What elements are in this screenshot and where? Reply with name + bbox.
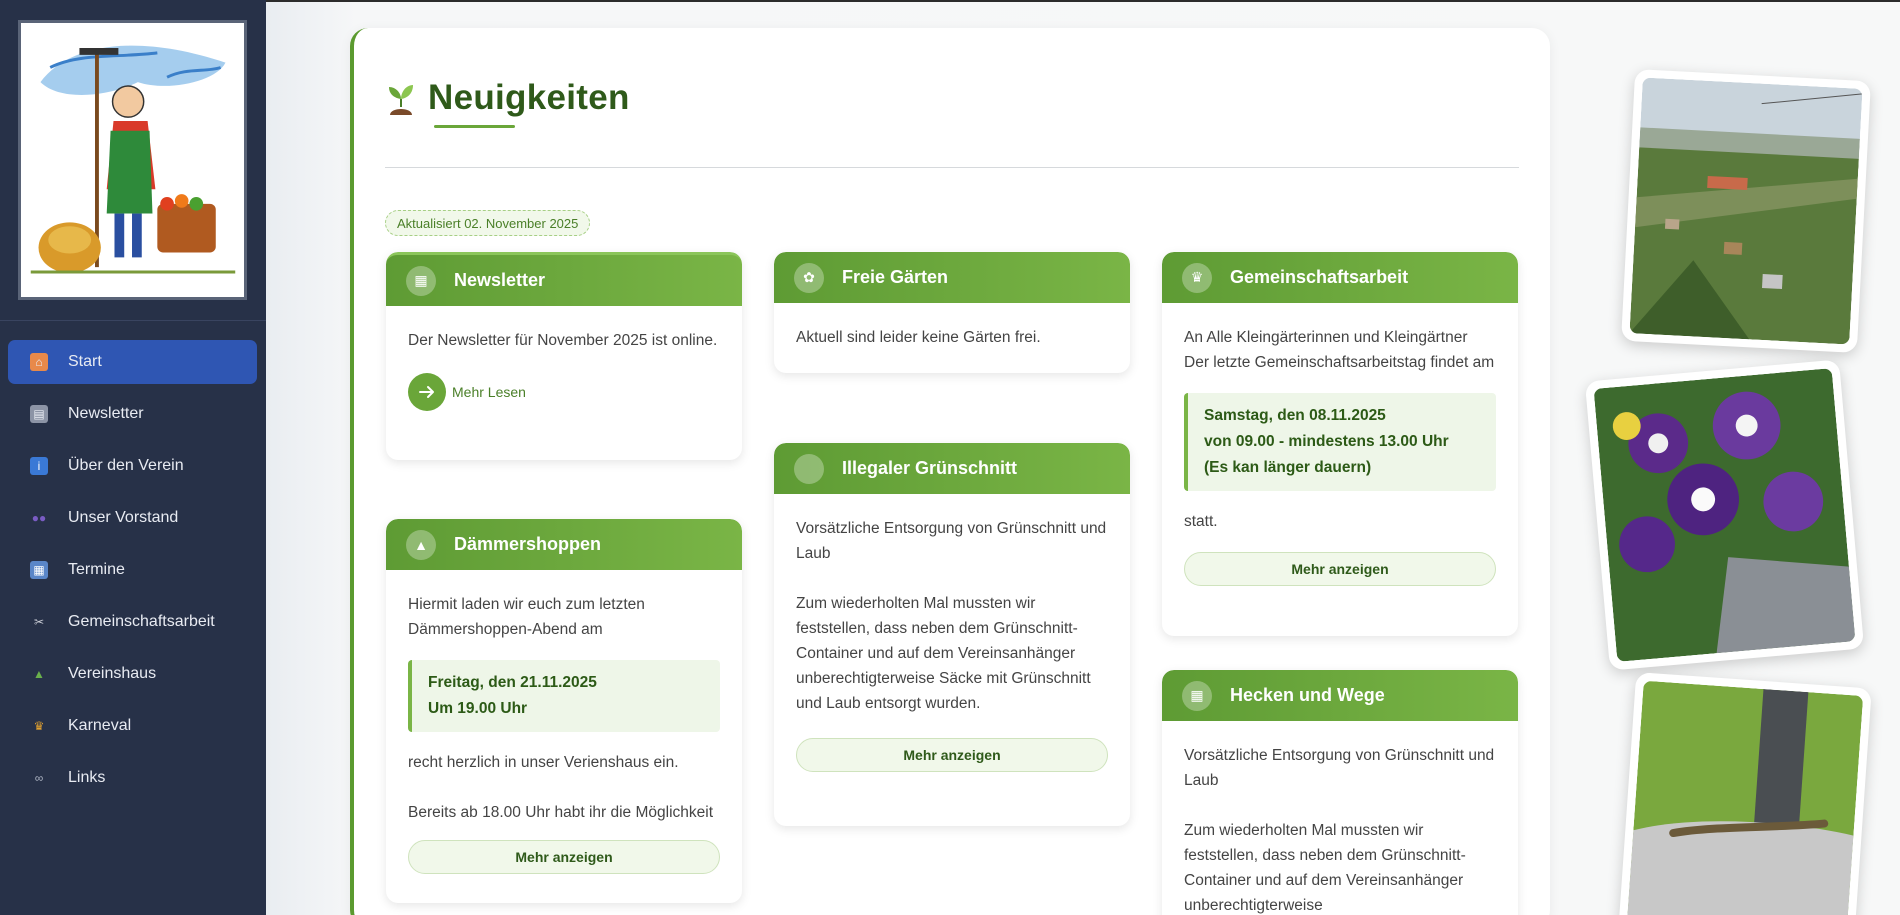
house-icon: ⌂ <box>30 353 48 371</box>
top-border <box>266 0 1900 2</box>
card-body: An Alle Kleingärterinnen und Kleingärtne… <box>1162 303 1518 606</box>
header-divider <box>385 167 1519 168</box>
card-text: An Alle Kleingärterinnen und Kleingärtne… <box>1184 329 1495 371</box>
card-header: ▦ Newsletter <box>386 252 742 306</box>
card-text-extra: Bereits ab 18.00 Uhr habt ihr die Möglic… <box>408 804 713 830</box>
card-header: ▦ Hecken und Wege <box>1162 670 1518 721</box>
sidebar-item-ueber-den-verein[interactable]: i Über den Verein <box>8 444 257 488</box>
card-title: Newsletter <box>454 270 546 290</box>
read-more-link[interactable]: Mehr Lesen <box>408 373 720 411</box>
highlight-line: Freitag, den 21.11.2025 <box>428 674 597 691</box>
highlight-line: Um 19.00 Uhr <box>428 700 528 717</box>
highlight-line: von 09.00 - mindestens 13.00 Uhr <box>1204 433 1449 450</box>
info-icon: i <box>30 457 48 475</box>
card-title: Hecken und Wege <box>1230 685 1385 705</box>
sidebar-item-termine[interactable]: ▦ Termine <box>8 548 257 592</box>
arrow-right-icon <box>408 373 446 411</box>
tent-icon: ▲ <box>406 529 436 560</box>
sidebar-item-start[interactable]: ⌂ Start <box>8 340 257 384</box>
sidebar-item-links[interactable]: ∞ Links <box>8 756 257 800</box>
leaf-icon <box>794 453 824 484</box>
show-more-button[interactable]: Mehr anzeigen <box>796 738 1108 772</box>
lizard-image <box>1626 680 1864 915</box>
sidebar-item-label: Newsletter <box>68 405 144 422</box>
sidebar-item-label: Karneval <box>68 717 132 734</box>
card-header: Illegaler Grünschnitt <box>774 443 1130 494</box>
photo-lizard[interactable] <box>1618 672 1872 915</box>
pansies-image <box>1593 368 1856 662</box>
page-header: Neuigkeiten <box>386 78 630 118</box>
card-text: Zum wiederholten Mal mussten wir festste… <box>796 595 1091 712</box>
card-body: Aktuell sind leider keine Gärten frei. <box>774 303 1130 370</box>
card-illegaler-gruenschnitt: Illegaler Grünschnitt Vorsätzliche Entso… <box>774 443 1130 826</box>
sidebar-item-label: Links <box>68 769 106 786</box>
sidebar-item-karneval[interactable]: ♛ Karneval <box>8 704 257 748</box>
jester-hat-icon: ♛ <box>33 719 45 733</box>
sidebar-divider <box>0 320 266 321</box>
people-icon: ●● <box>31 511 47 525</box>
show-more-button[interactable]: Mehr anzeigen <box>408 840 720 874</box>
card-hecken-und-wege: ▦ Hecken und Wege Vorsätzliche Entsorgun… <box>1162 670 1518 915</box>
card-newsletter: ▦ Newsletter Der Newsletter für November… <box>386 252 742 460</box>
calendar-icon: ▦ <box>406 265 436 296</box>
photo-aerial-gardens[interactable] <box>1621 69 1871 353</box>
highlight-line: (Es kan länger dauern) <box>1204 459 1372 476</box>
sidebar: ⌂ Start ▤ Newsletter i Über den Verein ●… <box>0 0 266 915</box>
calendar-icon: ▦ <box>1182 680 1212 711</box>
card-title: Freie Gärten <box>842 267 949 287</box>
calendar-icon: ▦ <box>30 561 48 579</box>
sidebar-item-label: Gemeinschaftsarbeit <box>68 613 215 630</box>
highlight-line: Samstag, den 08.11.2025 <box>1204 407 1386 424</box>
medal-icon: ♛ <box>1182 262 1212 293</box>
card-text: Zum wiederholten Mal mussten wir festste… <box>1184 822 1466 914</box>
updated-badge: Aktualisiert 02. November 2025 <box>385 210 591 236</box>
sidebar-item-label: Vereinshaus <box>68 665 157 682</box>
card-body: Vorsätzliche Entsorgung von Grünschnitt … <box>1162 721 1518 915</box>
card-header: ✿ Freie Gärten <box>774 252 1130 303</box>
main-nav: ⌂ Start ▤ Newsletter i Über den Verein ●… <box>8 340 257 808</box>
card-text-after: recht herzlich in unser Verienshaus ein. <box>408 754 679 771</box>
card-header: ♛ Gemeinschaftsarbeit <box>1162 252 1518 303</box>
aerial-view-image <box>1629 77 1863 345</box>
gardener-illustration <box>21 23 244 297</box>
card-title: Dämmershoppen <box>454 534 602 554</box>
card-text-after: statt. <box>1184 513 1218 530</box>
sidebar-item-vereinshaus[interactable]: ▲ Vereinshaus <box>8 652 257 696</box>
card-title: Gemeinschaftsarbeit <box>1230 267 1409 287</box>
sidebar-item-unser-vorstand[interactable]: ●● Unser Vorstand <box>8 496 257 540</box>
card-header: ▲ Dämmershoppen <box>386 519 742 570</box>
show-more-button[interactable]: Mehr anzeigen <box>1184 552 1496 586</box>
link-icon: ∞ <box>34 771 44 785</box>
sidebar-item-label: Start <box>68 353 102 370</box>
sidebar-item-gemeinschaftsarbeit[interactable]: ✂ Gemeinschaftsarbeit <box>8 600 257 644</box>
title-underline <box>434 125 515 128</box>
card-text: Vorsätzliche Entsorgung von Grünschnitt … <box>796 520 1107 562</box>
card-gemeinschaftsarbeit: ♛ Gemeinschaftsarbeit An Alle Kleingärte… <box>1162 252 1518 636</box>
photo-pansies[interactable] <box>1584 359 1865 671</box>
date-highlight: Freitag, den 21.11.2025 Um 19.00 Uhr <box>408 660 720 732</box>
date-highlight: Samstag, den 08.11.2025 von 09.00 - mind… <box>1184 393 1496 491</box>
card-freie-gaerten: ✿ Freie Gärten Aktuell sind leider keine… <box>774 252 1130 373</box>
card-body: Hiermit laden wir euch zum letzten Dämme… <box>386 570 742 894</box>
card-text: Aktuell sind leider keine Gärten frei. <box>796 329 1041 346</box>
hut-icon: ▲ <box>33 667 45 681</box>
page-title: Neuigkeiten <box>428 78 630 117</box>
read-more-label: Mehr Lesen <box>452 383 526 400</box>
sprout-icon <box>389 85 413 115</box>
tools-icon: ✂ <box>33 615 45 629</box>
newspaper-icon: ▤ <box>30 405 48 423</box>
card-body: Vorsätzliche Entsorgung von Grünschnitt … <box>774 494 1130 792</box>
card-text: Der Newsletter für November 2025 ist onl… <box>408 332 718 349</box>
card-body: Der Newsletter für November 2025 ist onl… <box>386 306 742 431</box>
card-text: Vorsätzliche Entsorgung von Grünschnitt … <box>1184 747 1495 789</box>
sidebar-item-label: Unser Vorstand <box>68 509 179 526</box>
sidebar-item-label: Über den Verein <box>68 457 184 474</box>
flower-icon: ✿ <box>794 262 824 293</box>
card-title: Illegaler Grünschnitt <box>842 458 1018 478</box>
card-text: Hiermit laden wir euch zum letzten Dämme… <box>408 596 645 638</box>
sidebar-item-newsletter[interactable]: ▤ Newsletter <box>8 392 257 436</box>
club-logo[interactable] <box>18 20 247 300</box>
sidebar-item-label: Termine <box>68 561 125 578</box>
card-daemmershoppen: ▲ Dämmershoppen Hiermit laden wir euch z… <box>386 519 742 903</box>
